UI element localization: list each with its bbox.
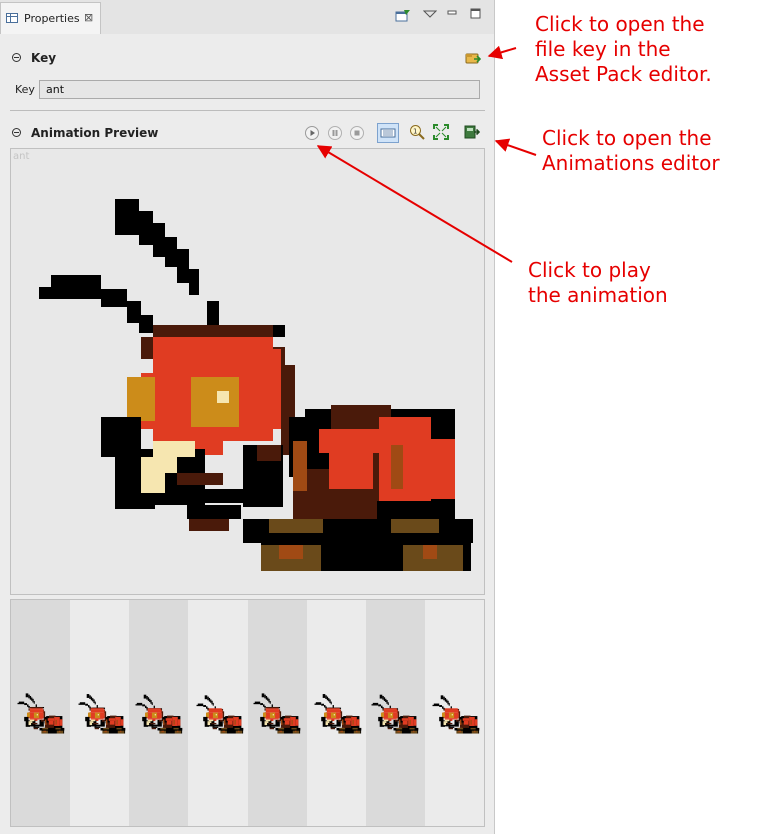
arrow-to-play-icon <box>316 145 513 263</box>
callout-asset-pack: Click to open the file key in the Asset … <box>535 12 712 86</box>
callout-play: Click to play the animation <box>528 258 668 307</box>
arrow-to-asset-pack-icon <box>487 45 517 60</box>
callout-animations-editor: Click to open the Animations editor <box>542 126 720 175</box>
arrow-to-animations-editor-icon <box>494 138 537 156</box>
